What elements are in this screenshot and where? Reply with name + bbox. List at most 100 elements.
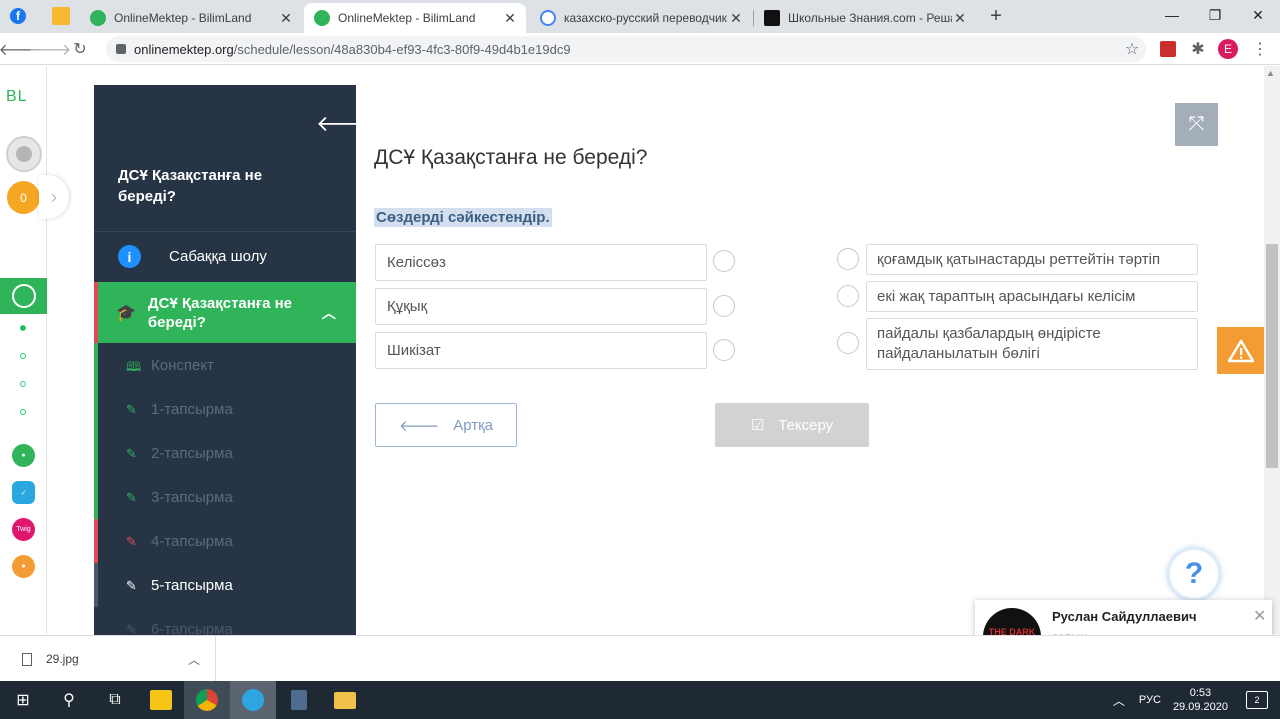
restore-button[interactable]: ❐ (1193, 0, 1237, 30)
edit-icon: ✎ (126, 402, 137, 417)
new-tab-button[interactable]: + (984, 4, 1008, 28)
sidebar-item-konspekt[interactable]: 🕮 Конспект (94, 343, 356, 387)
term-match-radio[interactable] (713, 295, 735, 317)
definition-match-radio[interactable] (837, 332, 859, 354)
orange-app-icon[interactable]: ● (12, 555, 35, 578)
sender-name: Руслан Сайдуллаевич (1052, 609, 1197, 624)
telegram-app-icon[interactable] (230, 681, 276, 719)
check-button[interactable]: ☑ Тексеру (715, 403, 869, 447)
browser-tab[interactable]: казахско-русский переводчик г ✕ (530, 3, 752, 33)
bilimland-favicon (314, 10, 330, 26)
rail-dot[interactable] (20, 381, 26, 387)
back-button[interactable]: 🡐 Артқа (375, 403, 517, 447)
sidebar-item-current-section[interactable]: 🎓 ДСҰ Қазақстанға не береді? ︿ (94, 282, 356, 343)
pinned-app-icon[interactable] (52, 7, 70, 25)
rail-dot-active[interactable] (20, 325, 26, 331)
file-explorer-icon[interactable] (322, 681, 368, 719)
scrollbar-thumb[interactable] (1266, 244, 1278, 468)
term-label: Келіссөз (387, 254, 446, 271)
graduation-cap-icon: 🎓 (116, 304, 136, 322)
sidebar-item-label: Конспект (151, 356, 214, 374)
definition-match-radio[interactable] (837, 248, 859, 270)
close-notification-icon[interactable]: ✕ (1253, 606, 1266, 626)
browser-tab-active[interactable]: OnlineMektep - BilimLand ✕ (304, 3, 526, 33)
rail-dot[interactable] (20, 409, 26, 415)
chrome-app-icon[interactable] (184, 681, 230, 719)
chevron-up-icon[interactable]: ︿ (322, 303, 336, 323)
close-tab-icon[interactable]: ✕ (502, 10, 518, 27)
term-box[interactable]: Құқық (375, 288, 707, 325)
task-title: ДСҰ Қазақстанға не береді? (374, 146, 648, 169)
bookmark-star-icon[interactable]: ☆ (1120, 37, 1144, 61)
sidebar-item-label: ДСҰ Қазақстанға не береді? (147, 294, 292, 331)
sidebar-item-overview[interactable]: i Сабаққа шолу (94, 232, 356, 281)
rail-dot[interactable] (20, 353, 26, 359)
action-center-icon[interactable]: 2 (1246, 691, 1268, 709)
twig-app-icon[interactable]: Twig (12, 518, 35, 541)
help-button[interactable]: ? (1168, 548, 1220, 600)
term-match-radio[interactable] (713, 250, 735, 272)
coins-badge[interactable]: 0 (7, 181, 40, 214)
bilimland-app-icon[interactable]: ● (12, 444, 35, 467)
chevron-up-icon[interactable]: ︿ (188, 651, 200, 668)
facebook-icon[interactable]: f (10, 8, 26, 24)
sidebar-item-task-5[interactable]: ✎ 5-тапсырма (94, 563, 356, 607)
browser-tab[interactable]: Школьные Знания.com - Решае ✕ (754, 3, 976, 33)
report-warning-button[interactable] (1217, 327, 1264, 374)
download-item[interactable]: 29.jpg ︿ (0, 636, 216, 682)
sidebar-item-label: 3-тапсырма (151, 488, 233, 506)
address-bar[interactable]: onlinemektep.org/schedule/lesson/48a830b… (106, 36, 1146, 62)
close-tab-icon[interactable]: ✕ (728, 10, 744, 27)
fullscreen-expand-icon[interactable]: ⤧ (1175, 103, 1218, 146)
definition-box[interactable]: екі жақ тараптың арасындағы келісім (866, 281, 1198, 312)
sidebar-item-task-1[interactable]: ✎ 1-тапсырма (94, 387, 356, 431)
sidebar-item-task-6[interactable]: ✎ 6-тапсырма (94, 607, 356, 636)
extensions-puzzle-icon[interactable]: ✱ (1186, 37, 1210, 61)
section-stripe (94, 282, 98, 343)
task-view-icon[interactable]: ⧉ (92, 681, 138, 719)
tab-title: казахско-русский переводчик г (564, 11, 728, 25)
player-app-icon[interactable] (138, 681, 184, 719)
reload-icon[interactable]: ↻ (68, 37, 92, 61)
sidebar-item-task-2[interactable]: ✎ 2-тапсырма (94, 431, 356, 475)
close-window-button[interactable]: ✕ (1236, 0, 1280, 30)
term-box[interactable]: Келіссөз (375, 244, 707, 281)
close-tab-icon[interactable]: ✕ (952, 10, 968, 27)
sidebar-item-label: 1-тапсырма (151, 400, 233, 418)
bilimland-logo[interactable]: BL (6, 88, 28, 106)
task-instruction: Сөздерді сәйкестендір. (374, 208, 552, 227)
pdf-extension-icon[interactable] (1156, 37, 1180, 61)
sidebar-item-task-4[interactable]: ✎ 4-тапсырма (94, 519, 356, 563)
scroll-up-arrow-icon[interactable]: ▲ (1266, 68, 1275, 78)
browser-tab[interactable]: OnlineMektep - BilimLand ✕ (80, 3, 302, 33)
lesson-sidebar: 🡐 ДСҰ Қазақстанға не береді? i Сабаққа ш… (94, 85, 356, 635)
start-windows-icon[interactable]: ⊞ (0, 681, 46, 719)
calculator-app-icon[interactable] (276, 681, 322, 719)
term-match-radio[interactable] (713, 339, 735, 361)
search-icon[interactable]: ⚲ (46, 681, 92, 719)
term-box[interactable]: Шикізат (375, 332, 707, 369)
browser-menu-icon[interactable]: ⋮ (1248, 37, 1272, 61)
definition-match-radio[interactable] (837, 285, 859, 307)
tray-expand-icon[interactable]: ︿ (1113, 692, 1125, 709)
url-path: /schedule/lesson/48a830b4-ef93-4fc3-80f9… (233, 41, 571, 57)
sidebar-item-task-3[interactable]: ✎ 3-тапсырма (94, 475, 356, 519)
close-tab-icon[interactable]: ✕ (278, 10, 294, 27)
user-avatar[interactable] (6, 136, 42, 172)
collapse-arrow-icon[interactable]: 🡐 (316, 111, 356, 137)
clock-time: 0:53 (1189, 687, 1212, 699)
language-indicator[interactable]: РУС (1139, 694, 1161, 706)
definition-box[interactable]: пайдалы қазбалардың өндірісте пайдаланыл… (866, 318, 1198, 370)
forward-arrow-icon[interactable]: 🡒 (29, 37, 72, 61)
rail-expand-chevron-icon[interactable]: › (39, 175, 69, 219)
info-icon: i (118, 245, 141, 268)
definition-box[interactable]: қоғамдық қатынастарды реттейтін тәртіп (866, 244, 1198, 275)
edit-icon: ✎ (126, 578, 137, 593)
clock[interactable]: 0:53 29.09.2020 (1173, 686, 1228, 714)
checklist-app-icon[interactable]: ✓ (12, 481, 35, 504)
sidebar-item-label: Сабаққа шолу (169, 248, 267, 265)
profile-avatar[interactable]: E (1216, 37, 1240, 61)
online-mektep-tab[interactable] (0, 278, 47, 314)
definition-label: қоғамдық қатынастарды реттейтін тәртіп (877, 250, 1161, 268)
minimize-button[interactable]: — (1150, 0, 1194, 30)
